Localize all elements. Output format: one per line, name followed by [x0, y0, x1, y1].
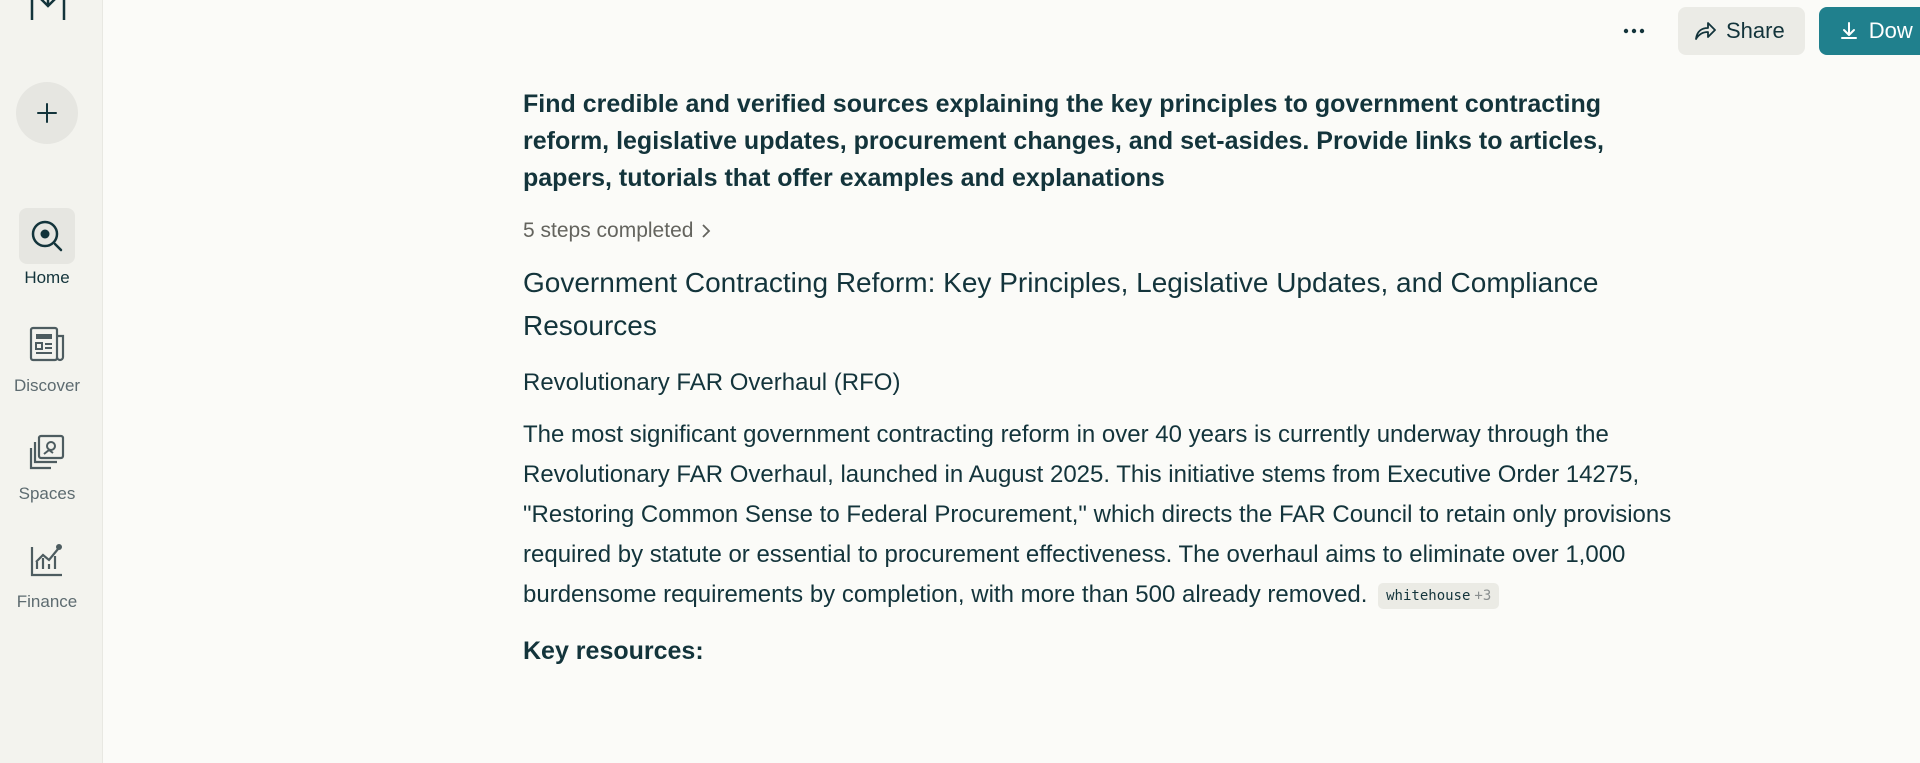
download-button[interactable]: Dow [1818, 7, 1920, 55]
share-button[interactable]: Share [1678, 7, 1805, 55]
citation-source: whitehouse [1386, 587, 1471, 604]
citation-badge[interactable]: whitehouse +3 [1378, 582, 1500, 609]
answer-content: Find credible and verified sources expla… [523, 86, 1673, 666]
answer-paragraph: The most significant government contract… [523, 415, 1673, 615]
finance-chart-icon [19, 532, 75, 588]
sidebar-item-label: Spaces [18, 484, 76, 503]
sidebar-item-home[interactable]: Home [0, 208, 94, 288]
sidebar-item-label: Discover [13, 376, 81, 395]
download-label: Dow [1868, 18, 1913, 43]
plus-icon [37, 103, 57, 123]
query-text: Find credible and verified sources expla… [523, 90, 1604, 192]
sidebar-item-spaces[interactable]: Spaces [0, 424, 94, 504]
logo[interactable] [28, 0, 68, 22]
thread-actions: Share Dow [1616, 7, 1920, 55]
newspaper-icon [19, 316, 75, 372]
more-options-button[interactable] [1616, 13, 1652, 49]
chevron-right-icon [702, 224, 711, 238]
new-thread-button[interactable] [16, 82, 78, 144]
ellipsis-icon [1623, 28, 1645, 34]
share-arrow-icon [1695, 22, 1716, 40]
sidebar: Home Discover Spaces Finance [0, 0, 103, 763]
sidebar-item-label: Home [24, 268, 70, 287]
download-icon [1840, 22, 1857, 39]
section-heading: Revolutionary FAR Overhaul (RFO) [523, 369, 901, 396]
sidebar-item-discover[interactable]: Discover [0, 316, 94, 396]
steps-label: 5 steps completed [523, 219, 694, 242]
spaces-icon [19, 424, 75, 480]
resources-heading: Key resources: [523, 637, 704, 665]
sidebar-item-finance[interactable]: Finance [0, 532, 94, 612]
sidebar-item-label: Finance [16, 592, 78, 611]
paragraph-text: The most significant government contract… [523, 421, 1672, 608]
answer-title: Government Contracting Reform: Key Princ… [523, 267, 1599, 341]
share-label: Share [1726, 18, 1785, 43]
steps-completed-toggle[interactable]: 5 steps completed [523, 219, 1673, 243]
home-search-icon [19, 208, 75, 264]
citation-count: +3 [1474, 587, 1492, 604]
